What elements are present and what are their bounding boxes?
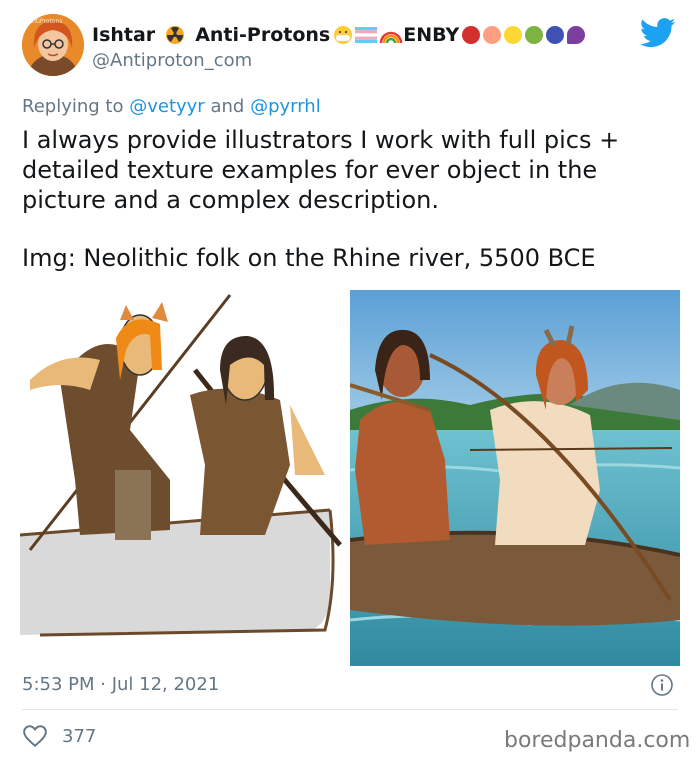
mask-emoji-icon (334, 26, 353, 44)
green-apple-icon (525, 26, 544, 44)
eggplant-icon (567, 26, 586, 44)
lemon-icon (504, 26, 523, 44)
author-handle[interactable]: @Antiproton_com (92, 50, 252, 71)
replying-prefix: Replying to (22, 96, 124, 117)
rainbow-icon (379, 31, 403, 44)
apple-icon (462, 26, 481, 44)
detailed-illustration-image[interactable] (350, 290, 680, 666)
tweet-text-line: Img: Neolithic folk on the Rhine river, … (22, 244, 596, 272)
tweet-timestamp[interactable]: 5:53 PM · Jul 12, 2021 (22, 674, 219, 695)
heart-icon[interactable] (22, 724, 48, 748)
blueberries-icon (546, 26, 565, 44)
author-name-row[interactable]: Ishtar Anti-Protons ENBY (92, 22, 588, 48)
peach-icon (483, 26, 502, 44)
divider (22, 709, 678, 710)
tweet-media (19, 290, 680, 666)
twitter-bird-icon[interactable] (640, 18, 676, 48)
trans-flag-icon (355, 27, 378, 43)
watermark: boredpanda.com (504, 728, 691, 753)
name-suffix: Anti-Protons (195, 24, 331, 46)
tweet-text-line: detailed texture examples for ever objec… (22, 156, 598, 184)
crude-sketch-image[interactable] (19, 290, 344, 666)
replying-joiner: and (210, 96, 245, 117)
avatar[interactable]: AntiProtons (22, 14, 84, 76)
svg-text:AntiProtons: AntiProtons (28, 18, 62, 25)
mention-link[interactable]: @vetyyr (129, 96, 205, 117)
tweet-text-line: picture and a complex description. (22, 186, 439, 214)
like-action[interactable]: 377 (22, 724, 96, 748)
tweet-text: I always provide illustrators I work wit… (22, 125, 678, 273)
replying-to: Replying to @vetyyr and @pyrrhl (22, 96, 321, 117)
mention-link[interactable]: @pyrrhl (250, 96, 321, 117)
radioactive-icon (166, 26, 185, 44)
tweet-card: AntiProtons Ishtar Anti-Protons ENBY @An… (0, 0, 700, 765)
info-icon[interactable] (650, 673, 674, 697)
display-name: Ishtar (92, 24, 156, 46)
tweet-text-line: I always provide illustrators I work wit… (22, 126, 620, 154)
like-count: 377 (62, 725, 97, 747)
name-tag: ENBY (403, 24, 460, 46)
